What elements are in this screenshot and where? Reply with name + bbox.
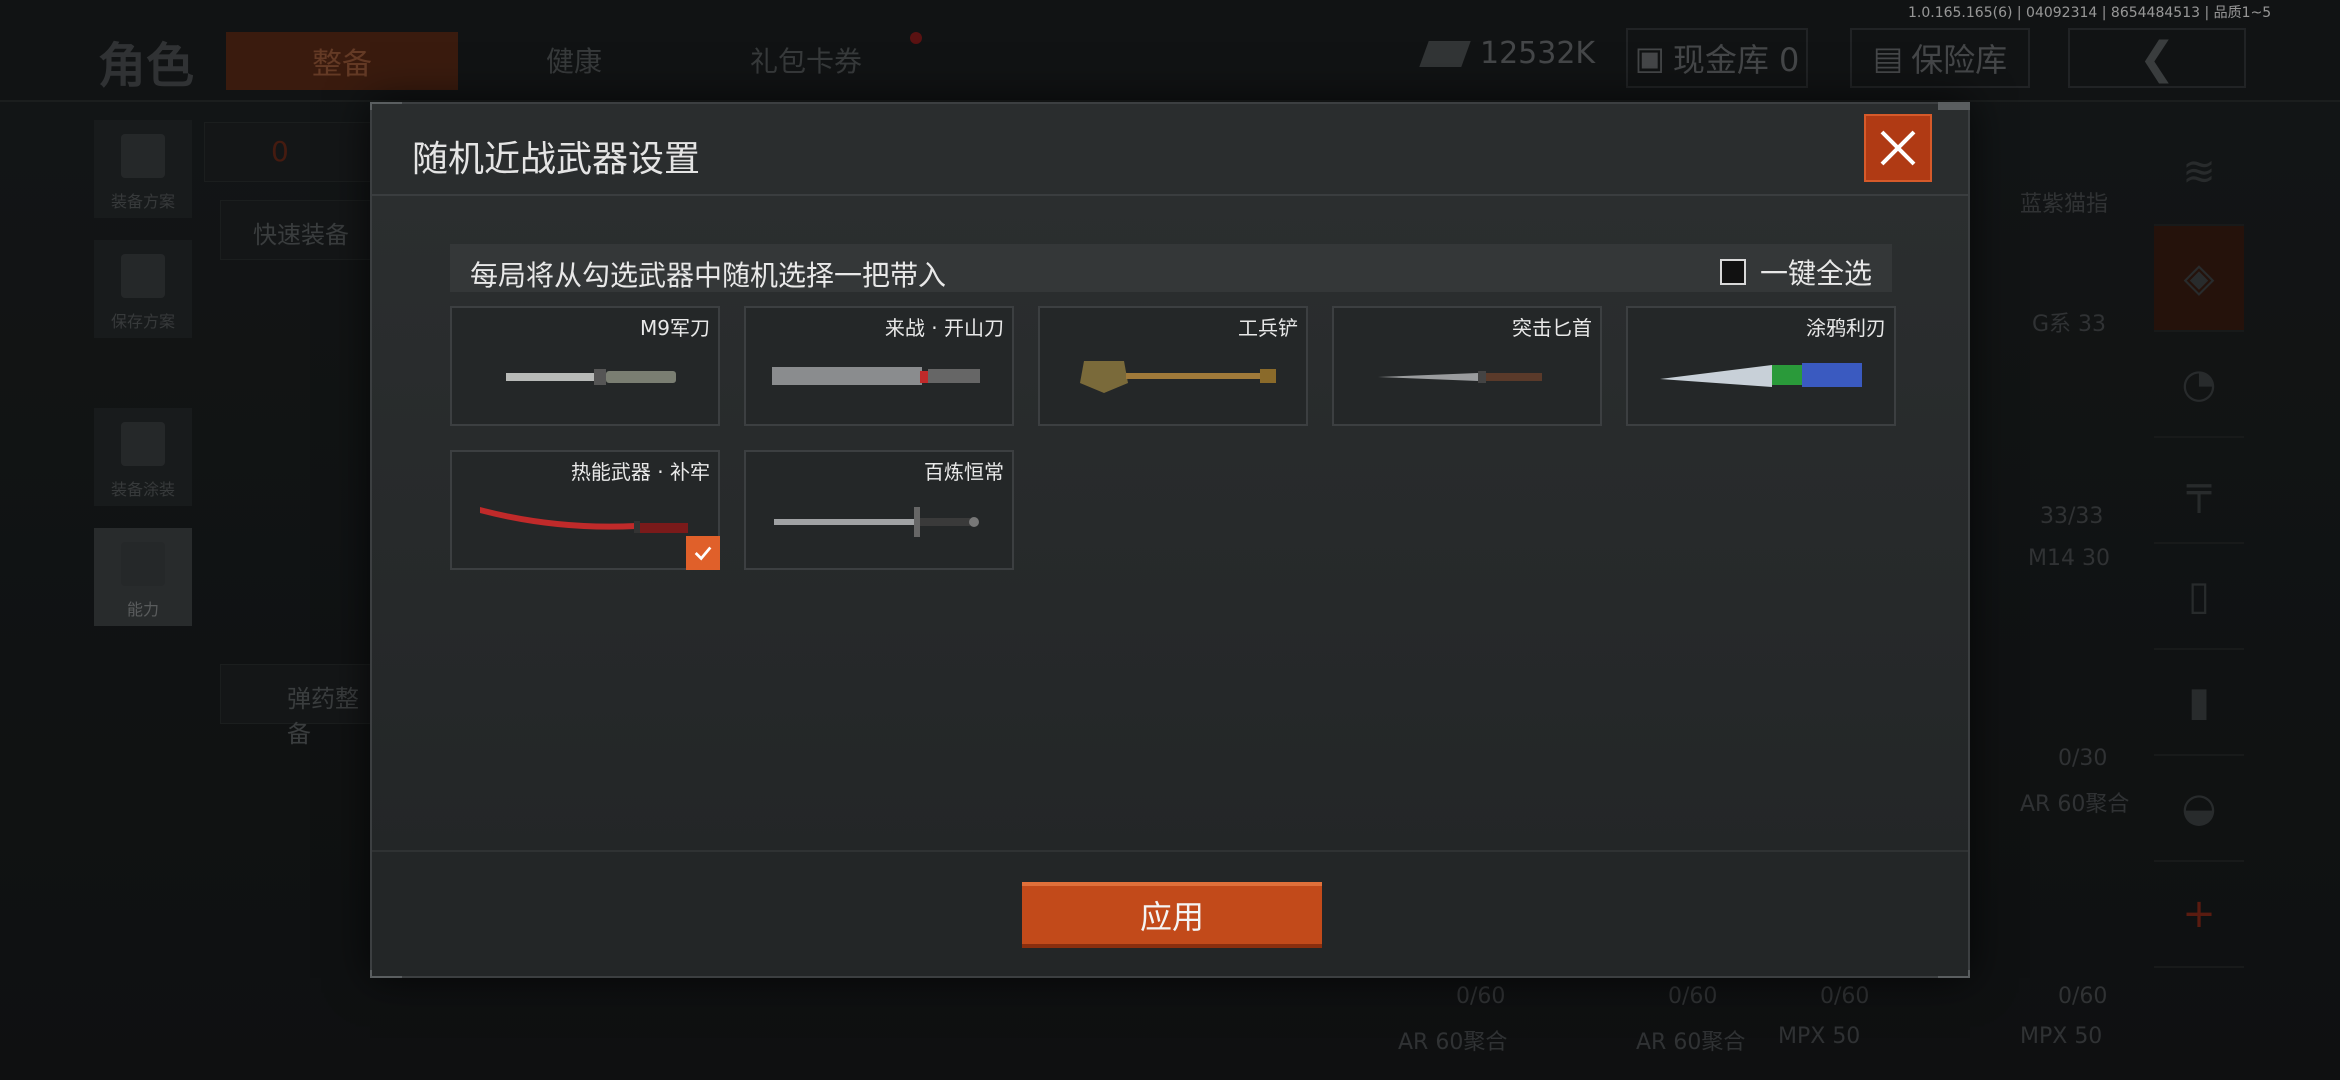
- weapon-image: [770, 348, 992, 408]
- dialog-header: 随机近战武器设置: [372, 104, 1968, 196]
- dialog-title: 随机近战武器设置: [412, 139, 701, 180]
- weapon-card[interactable]: 来战 · 开山刀: [744, 306, 1014, 426]
- checkmark-icon[interactable]: [686, 536, 720, 570]
- select-all-toggle[interactable]: 一键全选: [1719, 252, 1872, 292]
- apply-button[interactable]: 应用: [1022, 882, 1322, 948]
- weapon-card[interactable]: 工兵铲: [1038, 306, 1308, 426]
- weapon-card[interactable]: M9军刀: [450, 306, 720, 426]
- weapon-name: 来战 · 开山刀: [884, 316, 1004, 340]
- weapon-card[interactable]: 涂鸦利刃: [1626, 306, 1896, 426]
- weapon-image: [1064, 348, 1286, 408]
- close-button[interactable]: [1864, 114, 1932, 182]
- info-text: 每局将从勾选武器中随机选择一把带入: [470, 259, 947, 292]
- weapon-image: [1652, 348, 1874, 408]
- weapon-image: [770, 492, 992, 552]
- select-all-checkbox[interactable]: [1719, 259, 1746, 285]
- weapon-name: 涂鸦利刃: [1806, 316, 1886, 340]
- weapon-image: [476, 492, 698, 552]
- close-icon: [1880, 130, 1916, 166]
- weapon-image: [1358, 348, 1580, 408]
- weapon-name: 突击匕首: [1512, 316, 1592, 340]
- weapon-name: 热能武器 · 补牢: [570, 460, 710, 484]
- dialog-footer: 应用: [372, 850, 1968, 976]
- info-bar: 每局将从勾选武器中随机选择一把带入 一键全选: [450, 244, 1892, 292]
- weapon-image: [476, 348, 698, 408]
- weapon-card[interactable]: 热能武器 · 补牢: [450, 450, 720, 570]
- random-melee-dialog: 随机近战武器设置 每局将从勾选武器中随机选择一把带入 一键全选 M9军刀 来战 ·…: [370, 102, 1970, 978]
- weapon-card[interactable]: 突击匕首: [1332, 306, 1602, 426]
- weapon-card[interactable]: 百炼恒常: [744, 450, 1014, 570]
- weapon-name: 百炼恒常: [924, 460, 1004, 484]
- weapon-name: 工兵铲: [1238, 316, 1298, 340]
- select-all-label: 一键全选: [1759, 257, 1872, 290]
- weapon-name: M9军刀: [640, 316, 710, 340]
